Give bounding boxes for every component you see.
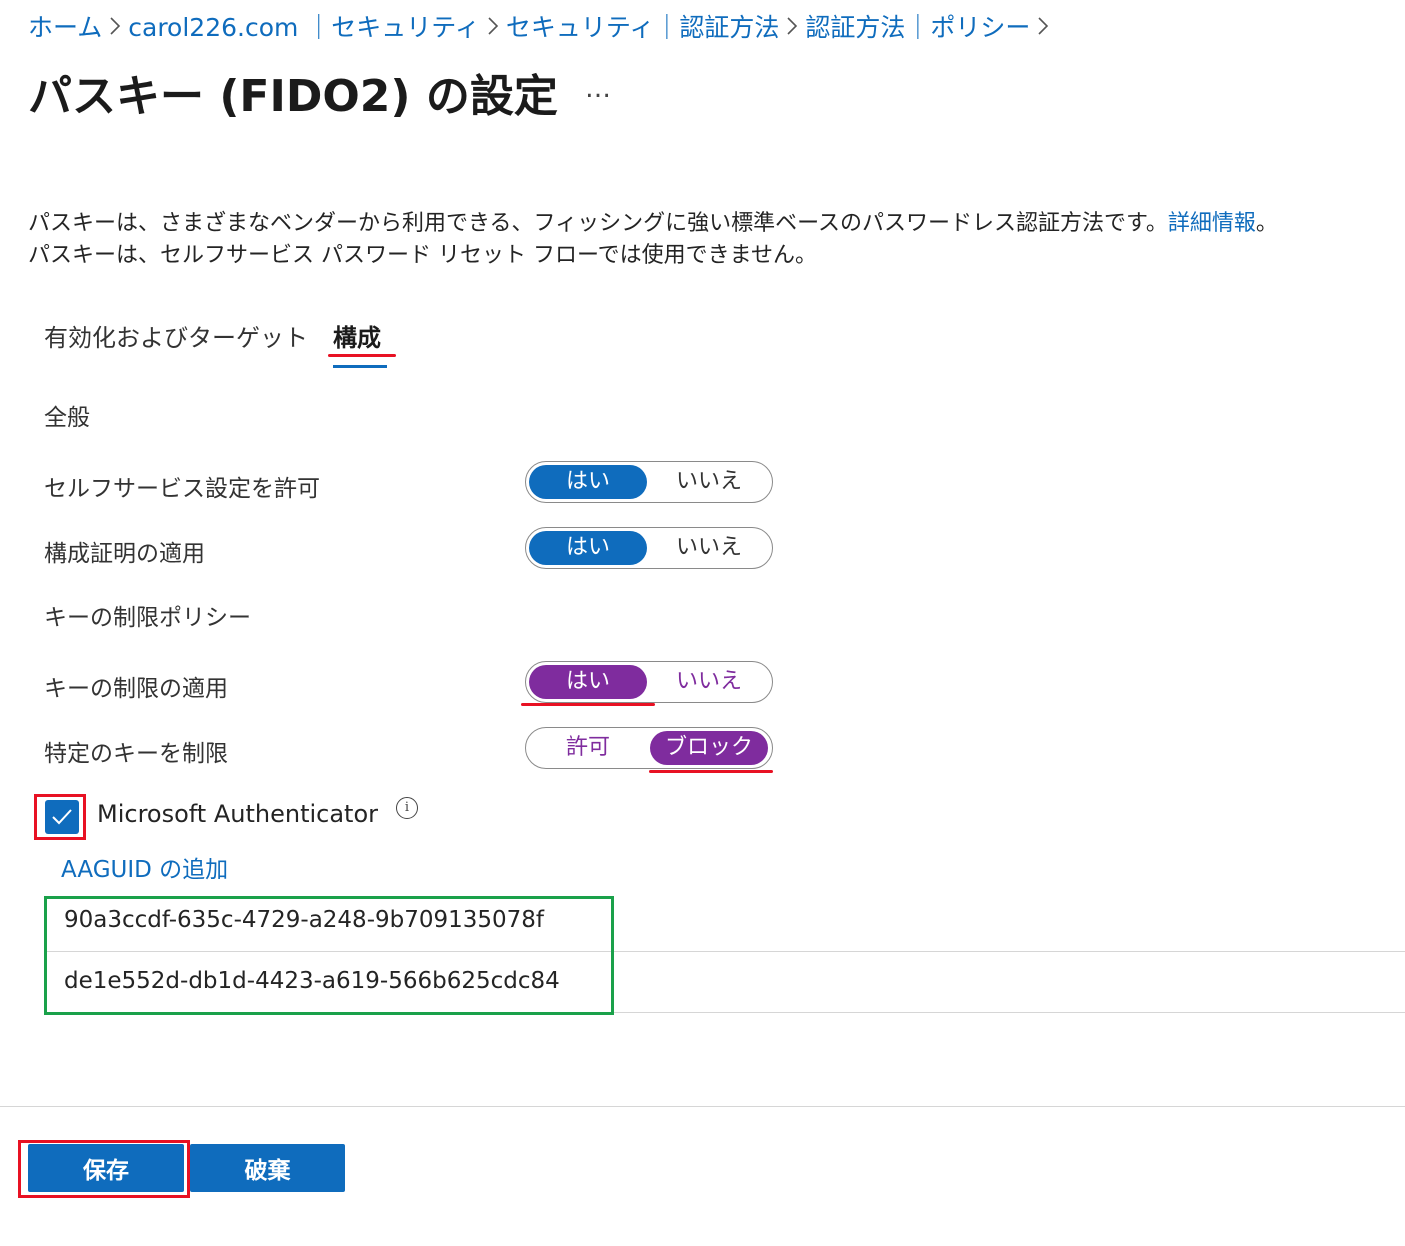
chevron-right-icon <box>480 17 506 35</box>
chevron-right-icon <box>779 17 805 35</box>
chevron-right-icon <box>102 17 128 35</box>
page-title: パスキー (FIDO2) の設定 <box>28 71 558 122</box>
self-service-yes[interactable]: はい <box>529 465 647 499</box>
enforce-key-restriction-yes[interactable]: はい <box>529 665 647 699</box>
add-aaguid-link[interactable]: AAGUID の追加 <box>61 850 228 884</box>
description-text: パスキーは、さまざまなベンダーから利用できる、フィッシングに強い標準ベースのパス… <box>28 211 1168 236</box>
section-general: 全般 <box>44 405 90 431</box>
highlight-underline <box>328 354 396 357</box>
tab-configure[interactable]: 構成 <box>333 318 381 353</box>
breadcrumb-tenant-security[interactable]: carol226.com ｜セキュリティ <box>128 8 480 44</box>
microsoft-authenticator-checkbox[interactable] <box>45 800 79 834</box>
description: パスキーは、さまざまなベンダーから利用できる、フィッシングに強い標準ベースのパス… <box>28 208 1278 272</box>
more-options-icon[interactable]: … <box>585 74 612 104</box>
breadcrumb-home[interactable]: ホーム <box>28 8 102 44</box>
section-key-restriction: キーの制限ポリシー <box>44 605 251 631</box>
self-service-toggle[interactable]: はい いいえ <box>525 461 773 503</box>
enforce-key-restriction-toggle[interactable]: はい いいえ <box>525 661 773 703</box>
info-icon[interactable]: i <box>396 797 418 819</box>
chevron-right-icon <box>1030 17 1056 35</box>
restrict-keys-allow[interactable]: 許可 <box>529 731 647 765</box>
enforce-key-restriction-label: キーの制限の適用 <box>44 676 228 702</box>
restrict-keys-label: 特定のキーを制限 <box>44 741 228 767</box>
learn-more-link[interactable]: 詳細情報 <box>1168 211 1256 236</box>
restrict-keys-block[interactable]: ブロック <box>650 731 768 765</box>
breadcrumb-auth-methods-policy[interactable]: 認証方法｜ポリシー <box>805 8 1030 44</box>
highlight-underline <box>649 770 773 773</box>
description-line-2: パスキーは、セルフサービス パスワード リセット フローでは使用できません。 <box>28 243 818 268</box>
save-button[interactable]: 保存 <box>28 1144 184 1192</box>
restrict-keys-toggle[interactable]: 許可 ブロック <box>525 727 773 769</box>
breadcrumb: ホーム carol226.com ｜セキュリティ セキュリティ｜認証方法 認証方… <box>28 8 1056 44</box>
attestation-yes[interactable]: はい <box>529 531 647 565</box>
breadcrumb-security-auth-methods[interactable]: セキュリティ｜認証方法 <box>506 8 780 44</box>
tab-enable-and-target[interactable]: 有効化およびターゲット <box>44 318 308 353</box>
description-period: 。 <box>1255 211 1278 236</box>
tab-active-indicator <box>333 365 387 368</box>
highlight-box <box>44 896 614 1015</box>
highlight-underline <box>521 703 655 706</box>
attestation-toggle[interactable]: はい いいえ <box>525 527 773 569</box>
self-service-label: セルフサービス設定を許可 <box>44 476 320 502</box>
microsoft-authenticator-label: Microsoft Authenticator <box>97 800 379 828</box>
description-line-1: パスキーは、さまざまなベンダーから利用できる、フィッシングに強い標準ベースのパス… <box>28 208 1278 240</box>
enforce-key-restriction-no[interactable]: いいえ <box>650 665 768 699</box>
discard-button[interactable]: 破棄 <box>190 1144 345 1192</box>
attestation-no[interactable]: いいえ <box>650 531 768 565</box>
attestation-label: 構成証明の適用 <box>44 541 205 567</box>
checkmark-icon <box>52 809 72 825</box>
footer-divider <box>0 1106 1405 1107</box>
self-service-no[interactable]: いいえ <box>650 465 768 499</box>
